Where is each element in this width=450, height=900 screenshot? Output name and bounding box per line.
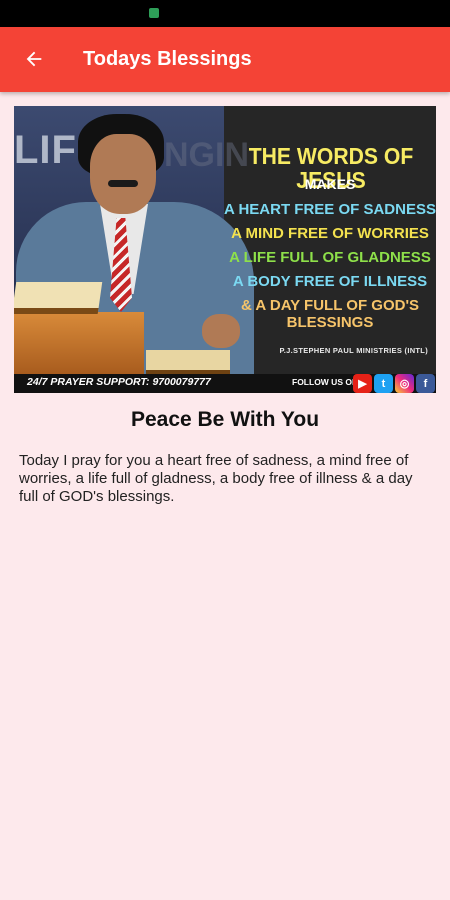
instagram-icon: ◎ — [395, 374, 414, 393]
notification-icon — [149, 8, 159, 18]
bible — [14, 282, 103, 314]
post-body: Today I pray for you a heart free of sad… — [19, 452, 413, 505]
banner-line: A HEART FREE OF SADNESS — [224, 201, 436, 218]
post-title: Peace Be With You — [130, 408, 320, 431]
prayer-support-line: 24/7 PRAYER SUPPORT: 9700079777 — [27, 376, 211, 388]
banner-footer: 24/7 PRAYER SUPPORT: 9700079777 FOLLOW U… — [14, 374, 436, 393]
banner-line: A MIND FREE OF WORRIES — [231, 225, 429, 242]
ministry-name: P.J.STEPHEN PAUL MINISTRIES (INTL) — [279, 346, 428, 355]
facebook-icon: f — [416, 374, 435, 393]
banner-line: A LIFE FULL OF GLADNESS — [229, 249, 431, 266]
follow-label: FOLLOW US ON: — [292, 377, 361, 387]
status-bar — [0, 0, 450, 27]
pulpit — [14, 312, 144, 374]
banner-line: A BODY FREE OF ILLNESS — [232, 273, 428, 290]
app-bar: Todays Blessings — [0, 27, 450, 92]
app-title: Todays Blessings — [83, 48, 252, 70]
banner-makes: MAKES — [304, 176, 356, 192]
blessing-banner-image: LIFE NGIN THE WORDS OF JESUS MAKES A HEA… — [14, 106, 436, 393]
back-button[interactable] — [14, 39, 54, 79]
banner-line: & A DAY FULL OF GOD'S BLESSINGS — [240, 297, 420, 331]
arrow-left-icon — [26, 51, 42, 67]
youtube-icon: ▶ — [353, 374, 372, 393]
twitter-icon: t — [374, 374, 393, 393]
